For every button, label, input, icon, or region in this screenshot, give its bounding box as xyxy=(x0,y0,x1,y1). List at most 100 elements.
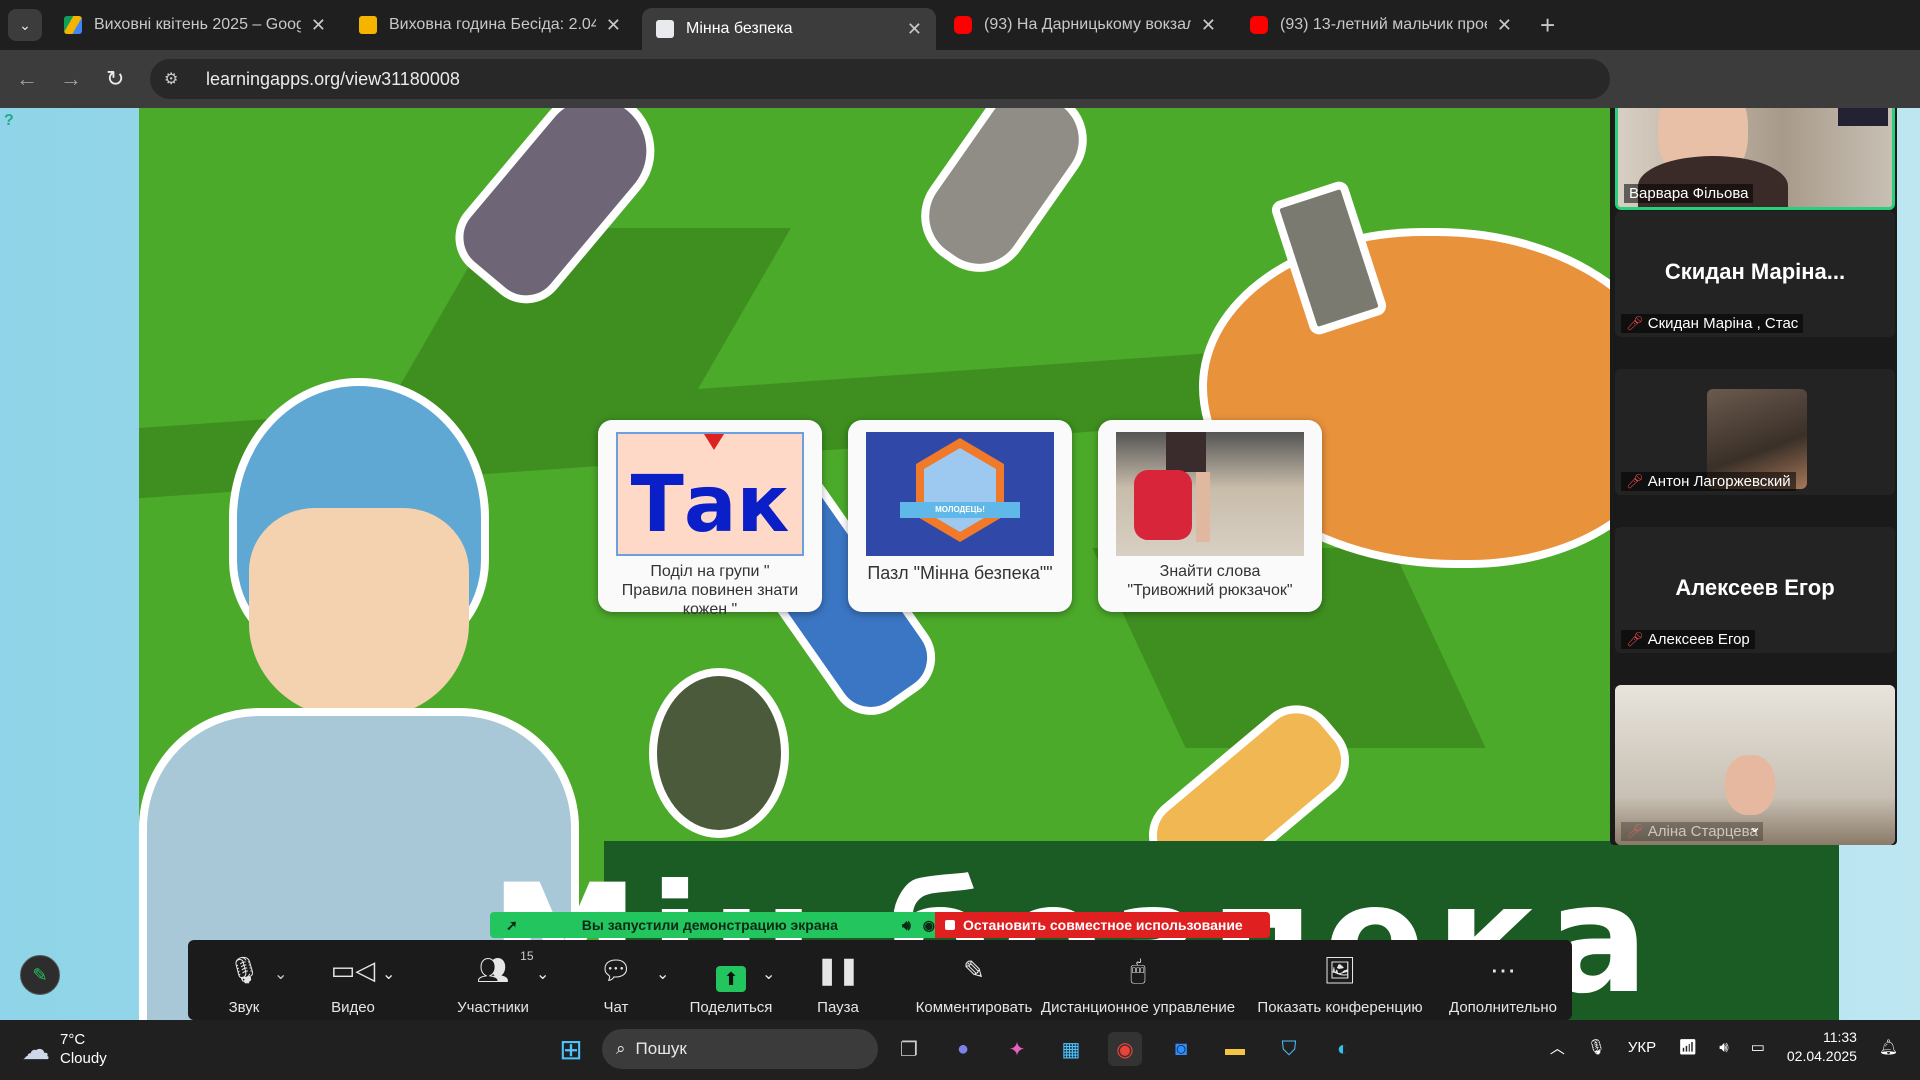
chevron-down-icon[interactable]: ⌄ xyxy=(1615,817,1895,837)
new-tab-button[interactable]: + xyxy=(1540,10,1555,41)
web-page: ? Мін безпека Так Поділ на групи " Прави… xyxy=(0,108,1920,1020)
participant-tile[interactable]: Скидан Маріна... 🎤︎ Скидан Маріна , Стас xyxy=(1615,211,1895,337)
system-tray: ︿ 🎙︎ УКР 📶︎ 🔊︎ ▭ 11:33 02.04.2025 🔔︎ xyxy=(1550,1028,1898,1066)
remote-control-button[interactable]: 🖱︎ Дистанционное управление xyxy=(1038,940,1238,1020)
microphone-icon[interactable]: 🎙︎ xyxy=(1587,1038,1606,1056)
participants-icon: 👥︎ 15 xyxy=(476,949,534,985)
card-caption: Пазл "Мінна безпека"" xyxy=(867,563,1053,583)
tab-title: (93) На Дарницькому вокзалі xyxy=(984,16,1191,33)
annotate-button[interactable]: ✎ Комментировать xyxy=(894,940,1054,1020)
tab-1[interactable]: Виховні квітень 2025 – Google ✕ xyxy=(50,8,340,42)
windows-start-icon[interactable]: ⊞ xyxy=(554,1032,588,1066)
cloud-icon: ☁ xyxy=(22,1033,50,1065)
copilot-icon[interactable]: ✦ xyxy=(1000,1032,1034,1066)
wifi-icon[interactable]: 📶︎ xyxy=(1678,1038,1697,1056)
card-thumbnail: МОЛОДЕЦЬ! xyxy=(866,432,1054,556)
stop-share-button[interactable]: Остановить совместное использование xyxy=(935,912,1270,938)
share-options-chevron-icon[interactable]: ⌄ xyxy=(762,964,775,984)
app-card-puzzle[interactable]: МОЛОДЕЦЬ! Пазл "Мінна безпека"" xyxy=(848,420,1072,612)
close-tab-icon[interactable]: ✕ xyxy=(606,15,621,36)
participant-name: 🎤︎ Антон Лагоржевский xyxy=(1621,472,1796,491)
participants-button[interactable]: 👥︎ 15 Участники xyxy=(438,940,548,1020)
share-up-arrow-icon: ⬆ xyxy=(716,955,746,993)
windows-taskbar: ☁ 7°C Cloudy ⊞ ⌕ Пошук ❐ ● ✦ ▦ ◉ ◙ ▬ ⛉ ◐… xyxy=(0,1020,1920,1080)
tab-3-active[interactable]: Мінна безпека ✕ xyxy=(642,8,936,50)
tab-4[interactable]: (93) На Дарницькому вокзалі ✕ xyxy=(940,8,1230,42)
video-button[interactable]: ▭◁ Видео xyxy=(318,940,388,1020)
help-icon[interactable]: ? xyxy=(4,112,24,132)
clock[interactable]: 11:33 02.04.2025 xyxy=(1787,1028,1857,1066)
taskbar-search[interactable]: ⌕ Пошук xyxy=(602,1029,878,1069)
forward-arrow-icon[interactable]: → xyxy=(60,66,82,92)
input-language[interactable]: УКР xyxy=(1628,1039,1656,1056)
participant-name: 🎤︎ Алексеев Егор xyxy=(1621,630,1755,649)
chat-label: Чат xyxy=(603,999,629,1016)
edge-icon[interactable]: ◐ xyxy=(1326,1032,1360,1066)
video-camera-icon: ▭◁ xyxy=(330,955,376,985)
card-caption: Знайти слова "Тривожний рюкзачок" xyxy=(1127,563,1293,599)
tab-2[interactable]: Виховна година Бесіда: 2.04.25 ✕ xyxy=(345,8,635,42)
participant-tile-video[interactable]: Варвара Фільова xyxy=(1615,108,1895,210)
site-settings-icon[interactable]: ⚙ xyxy=(164,69,186,89)
tray-expand-chevron-icon[interactable]: ︿ xyxy=(1550,1037,1565,1058)
video-options-chevron-icon[interactable]: ⌄ xyxy=(382,964,395,984)
share-label: Поделиться xyxy=(689,999,773,1016)
weather-temperature: 7°C xyxy=(60,1031,86,1048)
address-bar[interactable]: ⚙ learningapps.org/view31180008 xyxy=(150,59,1610,99)
google-slides-icon xyxy=(359,16,377,34)
more-label: Дополнительно xyxy=(1449,999,1557,1016)
close-tab-icon[interactable]: ✕ xyxy=(1497,15,1512,36)
volume-icon[interactable]: 🔊︎ xyxy=(1719,1039,1728,1056)
mic-muted-icon: 🎤︎ xyxy=(1626,631,1644,647)
app-card-groups[interactable]: Так Поділ на групи " Правила повинен зна… xyxy=(598,420,822,618)
tab-title: (93) 13-летний мальчик проех xyxy=(1280,16,1487,33)
file-explorer-icon[interactable]: ▬ xyxy=(1218,1032,1252,1066)
annotate-pencil-button[interactable]: ✎ xyxy=(20,955,60,995)
chat-button[interactable]: 💬︎ Чат xyxy=(586,940,646,1020)
microsoft-store-icon[interactable]: ▦ xyxy=(1054,1032,1088,1066)
weather-widget[interactable]: ☁ 7°C Cloudy xyxy=(22,1030,107,1068)
more-button[interactable]: ⋯ Дополнительно xyxy=(1438,940,1568,1020)
audio-options-chevron-icon[interactable]: ⌄ xyxy=(274,964,287,984)
backpack-icon xyxy=(1134,470,1192,540)
more-dots-icon: ⋯ xyxy=(1490,955,1516,985)
participants-count: 15 xyxy=(520,949,534,963)
teams-chat-icon[interactable]: ● xyxy=(946,1032,980,1066)
zoom-app-icon[interactable]: ◙ xyxy=(1164,1032,1198,1066)
participant-tile-video[interactable]: 🎤︎ Аліна Старцева ⌄ xyxy=(1615,685,1895,845)
google-drive-icon xyxy=(64,16,82,34)
annotate-label: Комментировать xyxy=(915,999,1033,1016)
app-card-words[interactable]: Знайти слова "Тривожний рюкзачок" xyxy=(1098,420,1322,612)
back-arrow-icon[interactable]: ← xyxy=(16,66,38,92)
chrome-icon[interactable]: ◉ xyxy=(1108,1032,1142,1066)
close-tab-icon[interactable]: ✕ xyxy=(311,15,326,36)
share-status: ➚ Вы запустили демонстрацию экрана 🔊︎ ◉ xyxy=(490,912,935,938)
show-meeting-button[interactable]: 🖼︎ Показать конференцию xyxy=(1250,940,1430,1020)
participant-tile[interactable]: 🎤︎ Антон Лагоржевский xyxy=(1615,369,1895,495)
tab-5[interactable]: (93) 13-летний мальчик проех ✕ xyxy=(1236,8,1526,42)
shield-icon: ◉ xyxy=(922,916,935,933)
microphone-icon: 🎙︎ xyxy=(227,955,261,985)
show-meeting-label: Показать конференцию xyxy=(1257,999,1423,1016)
close-tab-icon[interactable]: ✕ xyxy=(907,19,922,40)
clock-time: 11:33 xyxy=(1822,1029,1857,1045)
reload-icon[interactable]: ↻ xyxy=(106,66,124,92)
notifications-bell-icon[interactable]: 🔔︎ xyxy=(1879,1038,1898,1056)
chat-options-chevron-icon[interactable]: ⌄ xyxy=(656,964,669,984)
remote-control-label: Дистанционное управление xyxy=(1040,999,1236,1016)
battery-icon[interactable]: ▭ xyxy=(1751,1038,1765,1056)
mic-muted-icon: 🎤︎ xyxy=(1626,473,1644,489)
participant-video-face xyxy=(1725,755,1775,815)
search-icon: ⌕ xyxy=(616,1039,626,1058)
security-shield-icon[interactable]: ⛉ xyxy=(1272,1032,1306,1066)
speaker-icon[interactable]: 🔊︎ xyxy=(902,917,911,934)
task-view-icon[interactable]: ❐ xyxy=(892,1032,926,1066)
character-face xyxy=(249,508,469,718)
pause-share-button[interactable]: ❚❚ Пауза xyxy=(808,940,868,1020)
close-tab-icon[interactable]: ✕ xyxy=(1201,15,1216,36)
tab-search-dropdown-button[interactable]: ⌄ xyxy=(8,9,42,41)
participants-options-chevron-icon[interactable]: ⌄ xyxy=(536,964,549,984)
audio-button[interactable]: 🎙︎ Звук xyxy=(214,940,274,1020)
participant-tile[interactable]: Алексеев Егор 🎤︎ Алексеев Егор xyxy=(1615,527,1895,653)
stop-share-label: Остановить совместное использование xyxy=(963,917,1243,933)
